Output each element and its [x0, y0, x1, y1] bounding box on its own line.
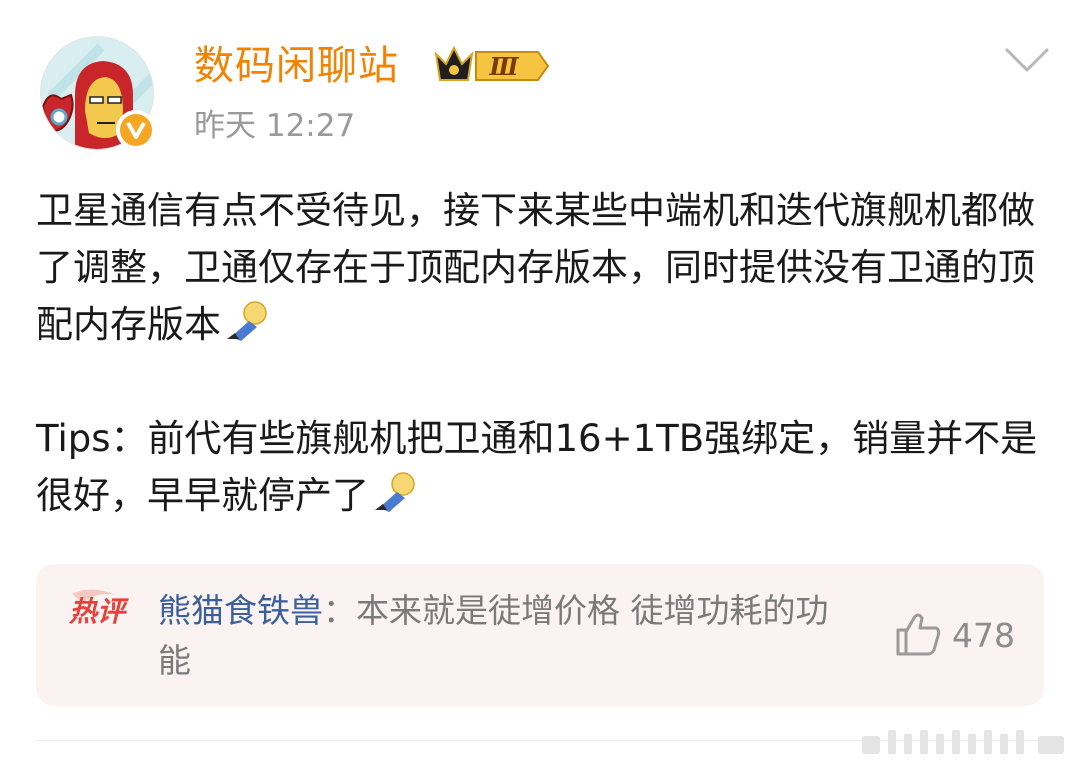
post-body: 卫星通信有点不受待见，接下来某些中端机和迭代旗舰机都做了调整，卫通仅存在于顶配内…: [36, 182, 1046, 524]
doge-lying-emoji-icon: [227, 301, 267, 341]
comment-separator: ：: [323, 591, 356, 630]
hot-comment-card[interactable]: 热评 熊猫食铁兽：本来就是徒增价格 徒增功耗的功能 478: [36, 564, 1044, 706]
hot-comment-tag: 热评: [68, 589, 129, 628]
thumbs-up-icon[interactable]: [894, 610, 942, 658]
post-paragraph: Tips：前代有些旗舰机把卫通和16+1TB强绑定，销量并不是很好，早早就停产了: [36, 417, 1038, 517]
vip-crown-badge-icon[interactable]: Ⅲ: [432, 40, 550, 86]
chevron-down-icon[interactable]: [1004, 46, 1050, 76]
verified-badge: [116, 110, 156, 150]
doge-lying-emoji-icon: [375, 472, 415, 512]
like-count: 478: [952, 616, 1015, 655]
commenter-name[interactable]: 熊猫食铁兽: [158, 591, 323, 630]
verified-v-icon: [126, 122, 146, 139]
post-timestamp: 昨天 12:27: [194, 108, 356, 144]
post-paragraph: 卫星通信有点不受待见，接下来某些中端机和迭代旗舰机都做了调整，卫通仅存在于顶配内…: [36, 189, 1035, 346]
vip-level-label: Ⅲ: [488, 52, 519, 81]
comment-content: 熊猫食铁兽：本来就是徒增价格 徒增功耗的功能: [158, 586, 858, 686]
hot-tag-label: 热评: [68, 595, 129, 628]
watermark-icon: [862, 730, 1064, 754]
author-name[interactable]: 数码闲聊站: [194, 38, 399, 94]
